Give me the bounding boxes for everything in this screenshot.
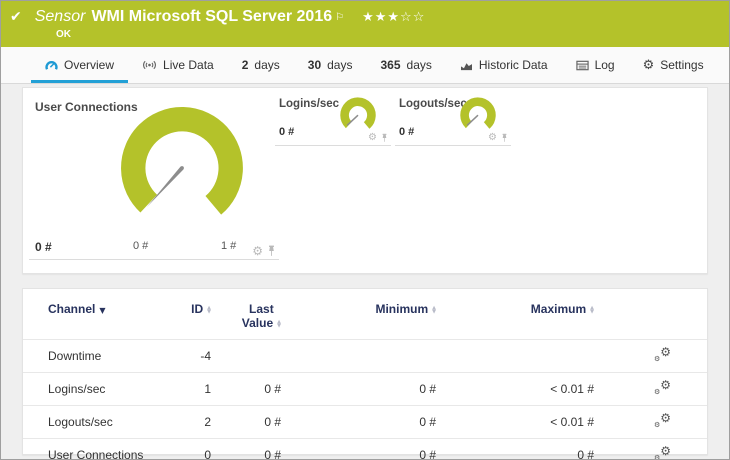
tab-historic-data[interactable]: Historic Data bbox=[446, 47, 562, 83]
tab-log-label: Log bbox=[594, 58, 615, 72]
tab-bar: Overview Live Data 2 days 30 days 365 da… bbox=[1, 47, 729, 84]
sensor-title: WMI Microsoft SQL Server 2016 bbox=[91, 8, 333, 25]
channel-minimum: 0 # bbox=[281, 405, 436, 439]
user-connections-widget: User Connections 0 # 1 # 0 # ⚙ bbox=[29, 94, 279, 260]
channel-settings-icon[interactable]: ⚙ ⚙ bbox=[654, 345, 671, 363]
priority-flag-icon[interactable]: ⚐ bbox=[335, 12, 344, 23]
tab-settings[interactable]: ⚙ Settings bbox=[629, 47, 718, 83]
priority-star-rating[interactable]: ★★★☆☆ bbox=[362, 10, 425, 25]
tab-365-days[interactable]: 365 days bbox=[366, 47, 445, 83]
gauge-current-value: 0 # bbox=[399, 126, 415, 138]
channel-last-value bbox=[211, 339, 281, 373]
tab-log[interactable]: Log bbox=[562, 47, 629, 83]
pin-icon[interactable] bbox=[267, 245, 276, 257]
gear-icon[interactable]: ⚙ bbox=[252, 245, 263, 257]
sort-toggle-icon: ▲ ▼ bbox=[432, 304, 436, 315]
tab-365-days-number: 365 bbox=[380, 58, 401, 72]
channel-id: 0 bbox=[163, 438, 211, 459]
channel-name: Logins/sec bbox=[23, 372, 163, 406]
channels-table: Channel ▼ ID ▲ ▼ Last Value ▲ ▼ Minimum ▲ ▼ bbox=[23, 289, 707, 459]
tab-settings-label: Settings bbox=[660, 58, 704, 72]
pin-icon[interactable] bbox=[381, 133, 388, 143]
logouts-widget: Logouts/sec 0 # ⚙ bbox=[395, 94, 511, 146]
channel-maximum: < 0.01 # bbox=[436, 372, 594, 406]
channel-minimum: 0 # bbox=[281, 438, 436, 459]
sensor-status-badge: OK bbox=[56, 29, 71, 40]
gauge-title: Logins/sec bbox=[279, 98, 340, 110]
tab-live-data[interactable]: Live Data bbox=[128, 47, 228, 83]
tab-2-days-label: days bbox=[254, 58, 280, 72]
tab-365-days-label: days bbox=[406, 58, 432, 72]
gauge-scale-min: 0 # bbox=[133, 240, 149, 252]
gauge-current-value: 0 # bbox=[279, 126, 295, 138]
channel-last-value: 0 # bbox=[211, 405, 281, 439]
tab-overview-label: Overview bbox=[64, 58, 115, 72]
log-icon bbox=[575, 60, 589, 70]
sort-desc-icon: ▼ bbox=[99, 306, 106, 315]
sensor-kind-label: Sensor bbox=[34, 8, 86, 25]
channel-last-value: 0 # bbox=[211, 372, 281, 406]
channel-id: 2 bbox=[163, 405, 211, 439]
gear-icon[interactable]: ⚙ bbox=[488, 133, 497, 143]
tab-30-days[interactable]: 30 days bbox=[294, 47, 367, 83]
column-header-minimum[interactable]: Minimum ▲ ▼ bbox=[281, 289, 436, 340]
user-connections-gauge bbox=[121, 107, 243, 215]
table-row-logouts[interactable]: Logouts/sec 2 0 # 0 # < 0.01 # ⚙ ⚙ bbox=[23, 405, 707, 439]
channel-name: Downtime bbox=[23, 339, 163, 373]
gear-icon[interactable]: ⚙ bbox=[368, 133, 377, 143]
gauge-current-value: 0 # bbox=[35, 240, 52, 254]
channel-minimum: 0 # bbox=[281, 372, 436, 406]
channel-maximum: < 0.01 # bbox=[436, 405, 594, 439]
channel-last-value: 0 # bbox=[211, 438, 281, 459]
sort-toggle-icon: ▲ ▼ bbox=[590, 304, 594, 315]
channel-maximum: 0 # bbox=[436, 438, 594, 459]
channel-name: User Connections bbox=[23, 438, 163, 459]
column-header-actions bbox=[594, 289, 707, 340]
sort-toggle-icon: ▲ ▼ bbox=[277, 318, 281, 329]
gauge-scale-max: 1 # bbox=[221, 240, 237, 252]
channel-name: Logouts/sec bbox=[23, 405, 163, 439]
overview-content: User Connections 0 # 1 # 0 # ⚙ Logins/se… bbox=[1, 84, 729, 459]
pin-icon[interactable] bbox=[501, 133, 508, 143]
gauges-panel: User Connections 0 # 1 # 0 # ⚙ Logins/se… bbox=[22, 87, 708, 274]
sensor-header: ✔ Sensor WMI Microsoft SQL Server 2016 ⚐… bbox=[1, 1, 729, 47]
tab-live-data-label: Live Data bbox=[163, 58, 214, 72]
channel-settings-icon[interactable]: ⚙ ⚙ bbox=[654, 444, 671, 459]
channel-settings-icon[interactable]: ⚙ ⚙ bbox=[654, 411, 671, 429]
tab-2-days[interactable]: 2 days bbox=[228, 47, 294, 83]
table-row-logins[interactable]: Logins/sec 1 0 # 0 # < 0.01 # ⚙ ⚙ bbox=[23, 372, 707, 406]
channel-settings-icon[interactable]: ⚙ ⚙ bbox=[654, 378, 671, 396]
sensor-page: ✔ Sensor WMI Microsoft SQL Server 2016 ⚐… bbox=[0, 0, 730, 460]
gauge-icon bbox=[45, 60, 58, 70]
tab-historic-data-label: Historic Data bbox=[478, 58, 548, 72]
column-header-maximum[interactable]: Maximum ▲ ▼ bbox=[436, 289, 594, 340]
column-header-last-value[interactable]: Last Value ▲ ▼ bbox=[211, 289, 281, 340]
table-header-row: Channel ▼ ID ▲ ▼ Last Value ▲ ▼ Minimum ▲ ▼ bbox=[23, 289, 707, 340]
channel-id: 1 bbox=[163, 372, 211, 406]
live-data-icon bbox=[143, 60, 156, 70]
table-row-downtime[interactable]: Downtime -4 ⚙ ⚙ bbox=[23, 339, 707, 373]
column-header-id[interactable]: ID ▲ ▼ bbox=[163, 289, 211, 340]
tab-30-days-label: days bbox=[327, 58, 353, 72]
channel-id: -4 bbox=[163, 339, 211, 373]
channels-table-panel: Channel ▼ ID ▲ ▼ Last Value ▲ ▼ Minimum ▲ ▼ bbox=[22, 288, 708, 459]
tab-2-days-number: 2 bbox=[241, 58, 249, 72]
chart-icon bbox=[460, 62, 472, 70]
gear-icon: ⚙ bbox=[642, 57, 655, 73]
sort-toggle-icon: ▲ ▼ bbox=[207, 304, 211, 315]
logins-widget: Logins/sec 0 # ⚙ bbox=[275, 94, 391, 146]
channel-minimum bbox=[281, 339, 436, 373]
tab-30-days-number: 30 bbox=[307, 58, 322, 72]
column-header-channel[interactable]: Channel ▼ bbox=[23, 289, 163, 340]
status-ok-check-icon: ✔ bbox=[10, 9, 22, 25]
tab-overview[interactable]: Overview bbox=[31, 47, 128, 83]
table-row-user-connections[interactable]: User Connections 0 0 # 0 # 0 # ⚙ ⚙ bbox=[23, 438, 707, 459]
channel-maximum bbox=[436, 339, 594, 373]
